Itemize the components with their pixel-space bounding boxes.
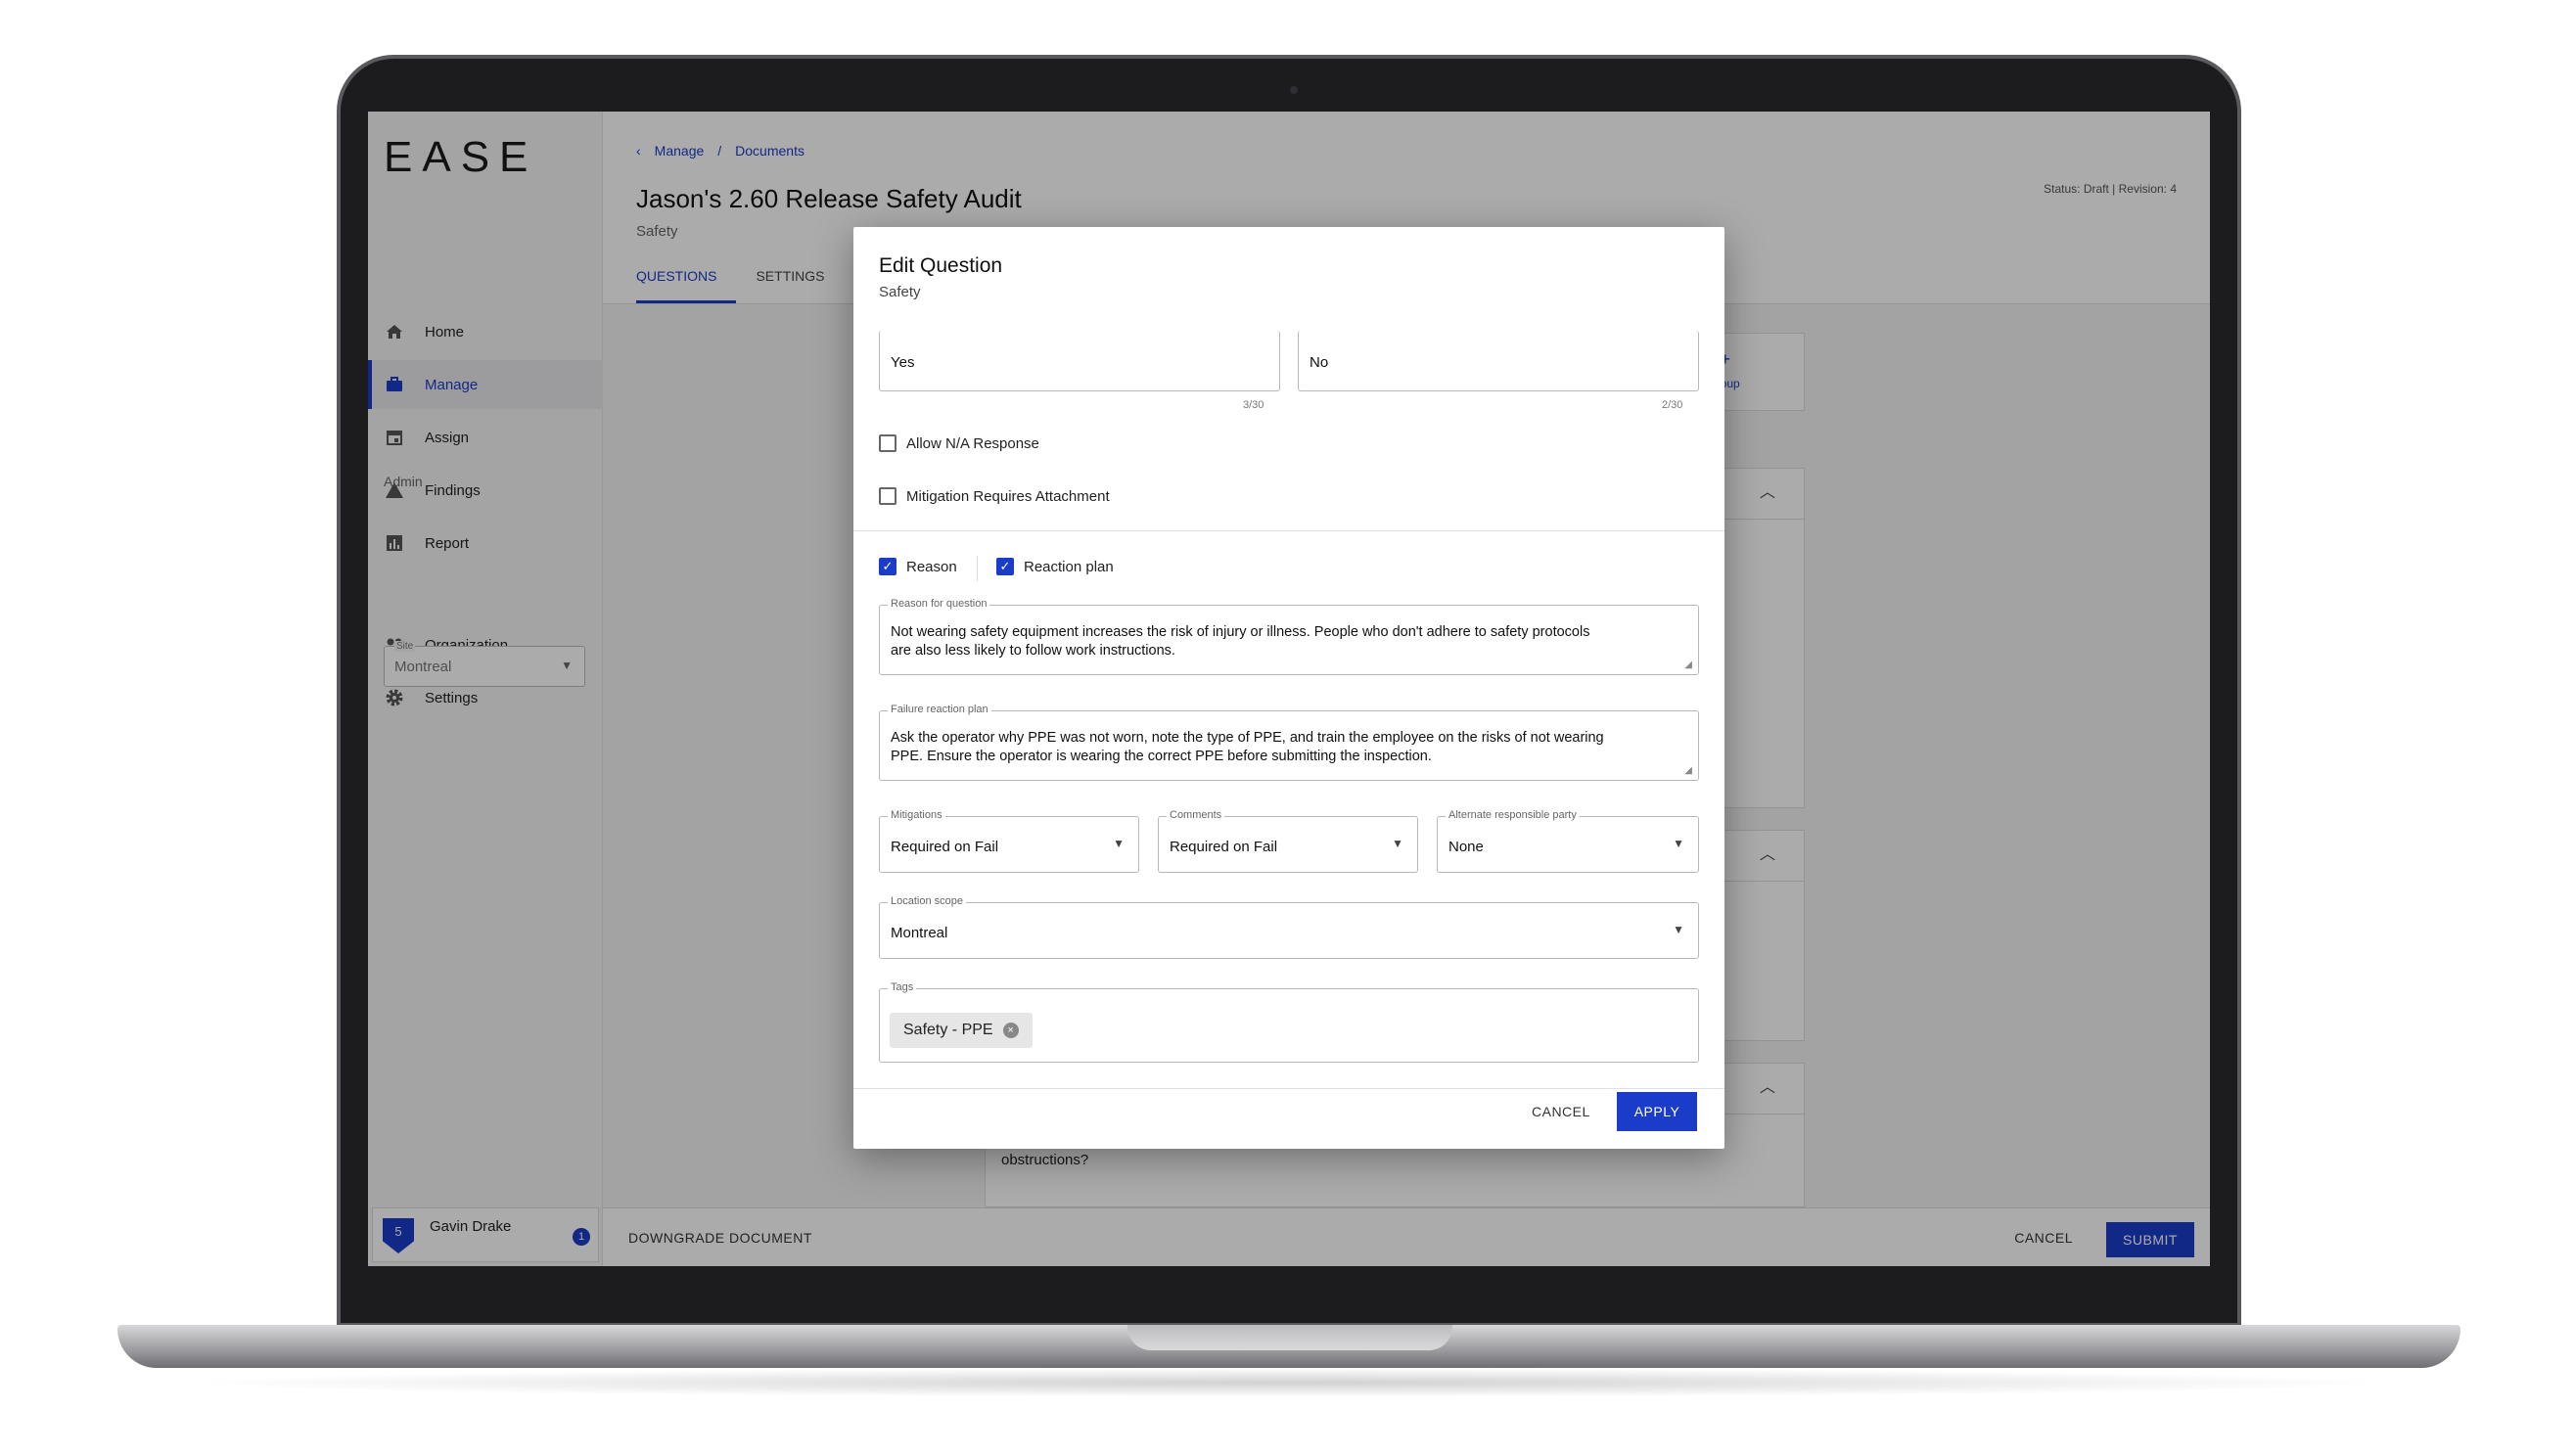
text-line: PPE. Ensure the operator is wearing the … (891, 749, 1432, 764)
allow-na-checkbox[interactable]: Allow N/A Response (879, 434, 1039, 452)
text-line: Ask the operator why PPE was not worn, n… (891, 730, 1604, 746)
field-label: Comments (1167, 809, 1225, 821)
mitigation-attachment-checkbox[interactable]: Mitigation Requires Attachment (879, 487, 1110, 505)
field-label: Reason for question (888, 598, 990, 610)
check-icon: ✓ (996, 558, 1014, 575)
pass-label-counter: 3/30 (1243, 399, 1264, 411)
mitigations-select[interactable]: Mitigations Required on Fail ▼ (879, 809, 1139, 873)
tag-chip[interactable]: Safety - PPE × (890, 1013, 1033, 1048)
app-screen: EASE Home Manage Assign Findings Report … (368, 112, 2210, 1266)
alternate-party-select[interactable]: Alternate responsible party None ▼ (1437, 809, 1699, 873)
reason-textarea[interactable]: Reason for question Not wearing safety e… (879, 598, 1699, 675)
dialog-subtitle: Safety (879, 284, 921, 300)
dropdown-arrow-icon: ▼ (1113, 837, 1125, 850)
resize-handle-icon[interactable]: ◢ (1684, 765, 1692, 776)
reaction-plan-textarea[interactable]: Failure reaction plan Ask the operator w… (879, 704, 1699, 781)
checkbox-label: Reaction plan (1024, 558, 1114, 575)
camera (1290, 86, 1298, 94)
fail-label-field[interactable]: No (1298, 331, 1699, 391)
text-line: Not wearing safety equipment increases t… (891, 624, 1590, 640)
field-label: Failure reaction plan (888, 704, 991, 715)
select-value: Required on Fail (1170, 839, 1278, 855)
field-label: Mitigations (888, 809, 945, 821)
field-label: Tags (888, 981, 917, 993)
laptop-shadow (176, 1368, 2402, 1397)
reaction-plan-text: Ask the operator why PPE was not worn, n… (891, 729, 1683, 766)
remove-tag-icon[interactable]: × (1002, 1023, 1019, 1038)
location-scope-select[interactable]: Location scope Montreal ▼ (879, 895, 1699, 959)
dialog-cancel-button[interactable]: CANCEL (1532, 1104, 1590, 1119)
text-line: are also less likely to follow work inst… (891, 643, 1175, 659)
fail-label-value: No (1310, 354, 1329, 371)
select-value: Required on Fail (891, 839, 999, 855)
checkbox-icon (879, 487, 896, 505)
select-value: None (1448, 839, 1484, 855)
comments-select[interactable]: Comments Required on Fail ▼ (1158, 809, 1418, 873)
checkbox-icon (879, 434, 896, 452)
tags-input[interactable]: Tags Safety - PPE × (879, 981, 1699, 1063)
tag-chip-label: Safety - PPE (903, 1022, 993, 1038)
field-label: Location scope (888, 895, 966, 907)
select-value: Montreal (891, 925, 948, 941)
checkbox-label: Allow N/A Response (906, 434, 1039, 452)
dropdown-arrow-icon: ▼ (1673, 837, 1684, 850)
dropdown-arrow-icon: ▼ (1392, 837, 1403, 850)
check-icon: ✓ (879, 558, 896, 575)
checkbox-separator (977, 556, 978, 581)
reason-checkbox[interactable]: ✓ Reason (879, 558, 957, 575)
laptop-notch (1127, 1325, 1452, 1350)
dialog-divider (853, 530, 1724, 531)
reason-text: Not wearing safety equipment increases t… (891, 623, 1683, 660)
checkbox-label: Reason (906, 558, 957, 575)
fail-label-counter: 2/30 (1662, 399, 1683, 411)
checkbox-label: Mitigation Requires Attachment (906, 487, 1110, 505)
pass-label-value: Yes (891, 354, 915, 371)
resize-handle-icon[interactable]: ◢ (1684, 660, 1692, 670)
pass-label-field[interactable]: Yes (879, 331, 1280, 391)
dropdown-arrow-icon: ▼ (1673, 923, 1684, 936)
dialog-title: Edit Question (879, 254, 1003, 277)
dialog-divider (853, 1088, 1724, 1089)
reaction-plan-checkbox[interactable]: ✓ Reaction plan (996, 558, 1114, 575)
field-label: Alternate responsible party (1446, 809, 1580, 821)
dialog-apply-button[interactable]: APPLY (1617, 1092, 1697, 1131)
edit-question-dialog: Edit Question Safety Yes 3/30 No 2/30 Al… (853, 227, 1724, 1149)
